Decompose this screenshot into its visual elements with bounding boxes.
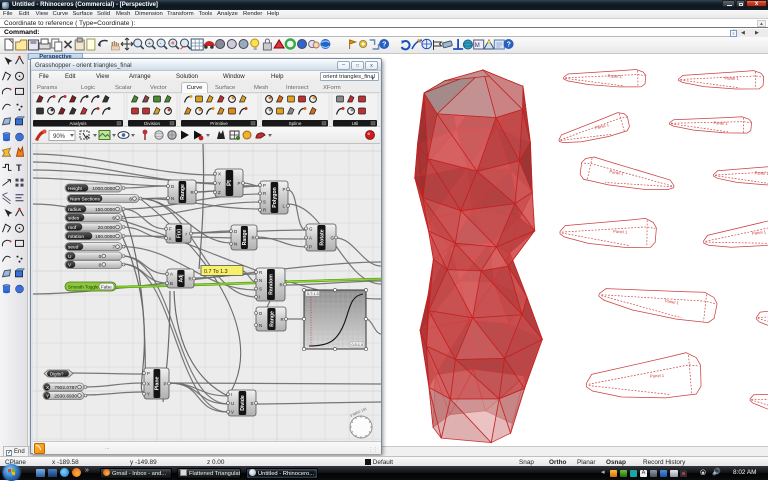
svg-text:Panel 1: Panel 1 xyxy=(752,229,767,236)
svg-text:P: P xyxy=(164,381,167,386)
svg-text:False: False xyxy=(101,284,112,289)
svg-text:S: S xyxy=(263,199,266,204)
svg-text:Height: Height xyxy=(68,186,83,192)
svg-text:Panel 1: Panel 1 xyxy=(613,229,628,235)
svg-text:P: P xyxy=(309,244,312,249)
svg-text:Panel 1: Panel 1 xyxy=(724,76,739,82)
svg-text:Plane: Plane xyxy=(155,376,161,390)
svg-text:7: 7 xyxy=(112,245,115,251)
svg-text:I: I xyxy=(231,392,232,397)
svg-text:R: R xyxy=(252,235,255,240)
svg-text:rotation: rotation xyxy=(68,234,84,240)
svg-text:R: R xyxy=(191,190,194,195)
svg-text:Spline: Spline xyxy=(289,121,302,126)
svg-text:Analysis: Analysis xyxy=(69,121,87,126)
svg-text:S: S xyxy=(251,401,254,406)
svg-text:?: ? xyxy=(507,42,511,49)
svg-text:F: F xyxy=(169,227,172,232)
svg-text:Adj: Adj xyxy=(179,274,185,283)
svg-text:Z: Z xyxy=(218,190,221,195)
svg-text:G: G xyxy=(309,226,313,231)
svg-text:P: P xyxy=(283,187,286,192)
svg-text:R: R xyxy=(259,270,262,275)
svg-text:N: N xyxy=(234,242,237,247)
svg-text:seed: seed xyxy=(68,245,79,251)
svg-text:Panel 1: Panel 1 xyxy=(754,170,768,176)
svg-text:A: A xyxy=(170,272,173,277)
svg-text:P: P xyxy=(238,181,241,186)
svg-text:M: M xyxy=(475,43,480,49)
svg-text:radius: radius xyxy=(68,207,82,213)
svg-text:+: + xyxy=(148,41,151,47)
svg-text:B: B xyxy=(170,281,173,286)
svg-text:U: U xyxy=(68,254,72,260)
svg-text:Panel 1: Panel 1 xyxy=(664,298,679,305)
svg-text:Y: Y xyxy=(218,181,221,186)
svg-text:A: A xyxy=(309,235,312,240)
svg-text:Panel 1: Panel 1 xyxy=(594,122,610,130)
svg-text:G: G xyxy=(331,235,335,240)
svg-text:Panel 1: Panel 1 xyxy=(650,373,665,379)
svg-text:0: 0 xyxy=(99,254,102,260)
svg-text:0.0:1.0: 0.0:1.0 xyxy=(352,343,364,347)
svg-text:sides: sides xyxy=(68,216,80,222)
svg-text:D: D xyxy=(171,184,174,189)
svg-text:N: N xyxy=(259,278,262,283)
svg-text:90%: 90% xyxy=(53,134,66,140)
svg-text:P: P xyxy=(147,371,150,376)
svg-text:U: U xyxy=(231,401,234,406)
svg-text:0.7 To 1.3: 0.7 To 1.3 xyxy=(204,269,228,275)
svg-text:X: X xyxy=(147,381,150,386)
svg-text:T: T xyxy=(16,163,22,173)
svg-text:D: D xyxy=(234,229,237,234)
svg-text:X: X xyxy=(218,172,221,177)
svg-text:P: P xyxy=(263,183,266,188)
svg-text:N: N xyxy=(171,196,174,201)
svg-text:Random: Random xyxy=(269,274,275,295)
svg-text:N: N xyxy=(259,323,262,328)
svg-text:20.0000: 20.0000 xyxy=(98,225,116,231)
svg-text:V: V xyxy=(231,410,234,415)
svg-text:0: 0 xyxy=(99,263,102,269)
svg-text:R: R xyxy=(263,208,266,213)
svg-text:roof: roof xyxy=(68,225,77,231)
svg-text:Panel 1: Panel 1 xyxy=(713,120,728,126)
svg-text:Smooth Toggle: Smooth Toggle xyxy=(68,285,99,290)
svg-text:150.0000: 150.0000 xyxy=(95,207,115,213)
svg-text:Util: Util xyxy=(352,121,359,126)
svg-text:1000.0000: 1000.0000 xyxy=(92,186,115,192)
svg-text:Panel 1: Panel 1 xyxy=(608,74,623,80)
svg-text:180.0000: 180.0000 xyxy=(95,234,115,240)
svg-text:R: R xyxy=(263,191,266,196)
svg-text:Num Sections: Num Sections xyxy=(70,197,100,203)
svg-text:6: 6 xyxy=(129,197,132,203)
svg-text:Rotate: Rotate xyxy=(319,229,325,245)
svg-text:Pt: Pt xyxy=(227,180,233,186)
svg-text:Range: Range xyxy=(180,184,186,200)
svg-text:Y: Y xyxy=(147,392,150,397)
svg-text:Divide: Divide xyxy=(240,395,246,411)
svg-text:Range: Range xyxy=(269,311,275,327)
svg-text:S: S xyxy=(259,286,262,291)
svg-text:?: ? xyxy=(382,42,386,49)
svg-text:R: R xyxy=(189,276,192,281)
svg-text:Division: Division xyxy=(144,121,161,126)
svg-text:R: R xyxy=(281,317,284,322)
svg-text:7902.0787: 7902.0787 xyxy=(54,385,77,391)
svg-text:Primitive: Primitive xyxy=(210,121,228,126)
svg-text:Range: Range xyxy=(242,229,248,245)
svg-text:Panel 1: Panel 1 xyxy=(609,169,625,177)
svg-text:D: D xyxy=(259,311,262,316)
svg-text:2630.6930: 2630.6930 xyxy=(54,394,77,400)
svg-text:Polygon: Polygon xyxy=(272,187,278,207)
svg-text:I: I xyxy=(259,295,260,300)
svg-text:F(x): F(x) xyxy=(177,229,183,239)
svg-text:6: 6 xyxy=(112,216,115,222)
svg-text:0.7:1.3: 0.7:1.3 xyxy=(307,292,319,296)
svg-text:Digits?: Digits? xyxy=(50,372,64,377)
svg-text:R: R xyxy=(280,282,283,287)
